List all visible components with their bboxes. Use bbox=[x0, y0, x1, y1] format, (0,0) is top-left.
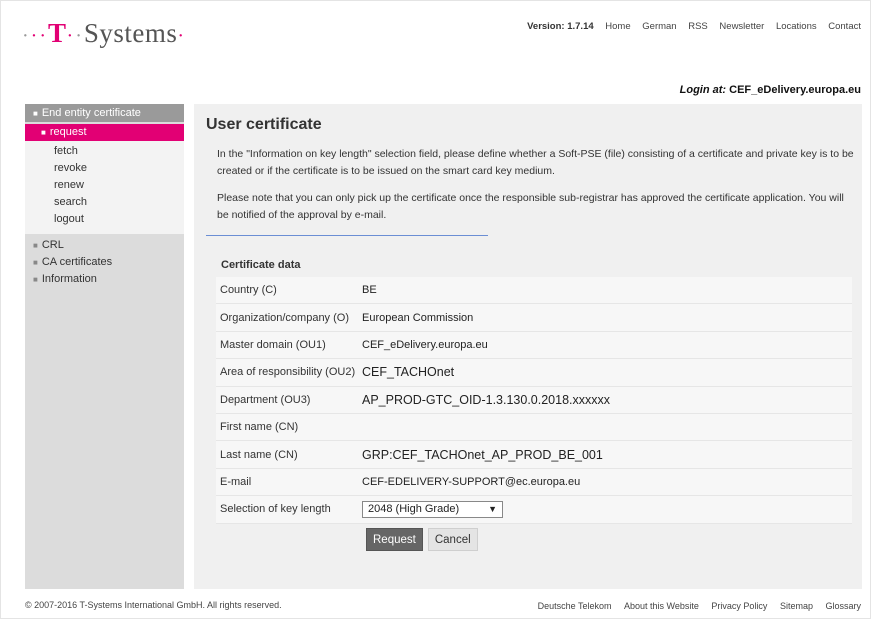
nav-home-link[interactable]: Home bbox=[605, 21, 630, 32]
bullet-icon: ■ bbox=[33, 275, 38, 284]
sidebar-item-search[interactable]: search bbox=[25, 194, 184, 211]
form-row-key-length: Selection of key length 2048 (High Grade… bbox=[216, 496, 852, 524]
form-row-organization: Organization/company (O) European Commis… bbox=[216, 304, 852, 332]
field-label: Area of responsibility (OU2) bbox=[220, 366, 356, 379]
note-paragraph: Please note that you can only pick up th… bbox=[217, 192, 844, 221]
footer-link-about[interactable]: About this Website bbox=[624, 601, 699, 611]
form-row-last-name: Last name (CN) GRP:CEF_TACHOnet_AP_PROD_… bbox=[216, 441, 852, 469]
organization-value: European Commission bbox=[362, 311, 474, 324]
bullet-icon: ■ bbox=[33, 258, 38, 267]
key-length-select[interactable]: 2048 (High Grade) ▼ bbox=[362, 500, 503, 518]
field-label: Organization/company (O) bbox=[220, 311, 349, 324]
page-title: User certificate bbox=[206, 116, 322, 133]
field-label: Country (C) bbox=[220, 284, 277, 297]
cancel-button[interactable]: Cancel bbox=[427, 528, 478, 551]
sidebar-main-menu: ■ CRL ■ CA certificates ■ Information bbox=[25, 234, 184, 288]
footer-navigation: Deutsche Telekom About this Website Priv… bbox=[528, 601, 861, 611]
field-label: Last name (CN) bbox=[220, 448, 298, 461]
bullet-icon: ■ bbox=[33, 109, 38, 118]
sidebar-item-crl[interactable]: ■ CRL bbox=[25, 237, 184, 254]
login-info: Login at: CEF_eDelivery.europa.eu bbox=[680, 84, 861, 96]
nav-locations-link[interactable]: Locations bbox=[776, 21, 817, 32]
certificate-form: Country (C) BE Organization/company (O) … bbox=[216, 277, 852, 524]
country-value: BE bbox=[362, 284, 377, 297]
copyright-text: © 2007-2016 T-Systems International GmbH… bbox=[25, 600, 282, 610]
bullet-icon: ■ bbox=[41, 128, 46, 137]
version-label: Version: 1.7.14 bbox=[527, 21, 594, 32]
bullet-icon: ■ bbox=[33, 241, 38, 250]
form-row-email: E-mail CEF-EDELIVERY-SUPPORT@ec.europa.e… bbox=[216, 468, 852, 497]
field-label: E-mail bbox=[220, 475, 252, 488]
form-row-department: Department (OU3) AP_PROD-GTC_OID-1.3.130… bbox=[216, 386, 852, 414]
top-navigation: Version: 1.7.14 Home German RSS Newslett… bbox=[518, 21, 861, 32]
form-row-country: Country (C) BE bbox=[216, 277, 852, 305]
nav-newsletter-link[interactable]: Newsletter bbox=[719, 21, 764, 32]
sidebar-section-end-entity-certificate[interactable]: ■ End entity certificate bbox=[25, 104, 184, 122]
main-content: User certificate In the "Information on … bbox=[194, 104, 862, 589]
sidebar-item-ca-certificates[interactable]: ■ CA certificates bbox=[25, 254, 184, 271]
request-button[interactable]: Request bbox=[366, 528, 423, 551]
login-label: Login at: bbox=[679, 84, 727, 96]
field-label: Master domain (OU1) bbox=[220, 338, 326, 351]
sidebar-item-request[interactable]: ■ request bbox=[25, 124, 184, 141]
field-label: First name (CN) bbox=[220, 421, 299, 434]
form-row-area-of-responsibility: Area of responsibility (OU2) CEF_TACHOne… bbox=[216, 359, 852, 387]
footer-link-deutsche-telekom[interactable]: Deutsche Telekom bbox=[538, 601, 612, 611]
sidebar-submenu: fetch revoke renew search logout bbox=[25, 141, 184, 234]
form-title: Certificate data bbox=[221, 259, 301, 271]
nav-german-link[interactable]: German bbox=[642, 21, 676, 32]
t-systems-logo[interactable]: ···T··Systems· bbox=[22, 18, 186, 49]
login-value: CEF_eDelivery.europa.eu bbox=[729, 84, 861, 96]
divider bbox=[206, 235, 488, 236]
field-label: Selection of key length bbox=[220, 503, 331, 516]
sidebar-item-logout[interactable]: logout bbox=[25, 211, 184, 228]
master-domain-value: CEF_eDelivery.europa.eu bbox=[362, 338, 488, 351]
form-actions: Request Cancel bbox=[366, 528, 478, 551]
intro-paragraph: In the "Information on key length" selec… bbox=[217, 148, 854, 177]
sidebar-item-renew[interactable]: renew bbox=[25, 177, 184, 194]
dropdown-arrow-icon: ▼ bbox=[488, 504, 497, 515]
sidebar: ■ End entity certificate ■ request fetch r… bbox=[25, 104, 184, 589]
form-row-first-name: First name (CN) bbox=[216, 413, 852, 442]
email-value: CEF-EDELIVERY-SUPPORT@ec.europa.eu bbox=[362, 475, 581, 488]
footer-link-sitemap[interactable]: Sitemap bbox=[780, 601, 813, 611]
sidebar-item-revoke[interactable]: revoke bbox=[25, 160, 184, 177]
footer-link-glossary[interactable]: Glossary bbox=[825, 601, 861, 611]
nav-rss-link[interactable]: RSS bbox=[688, 21, 708, 32]
field-label: Department (OU3) bbox=[220, 393, 311, 406]
department-value: AP_PROD-GTC_OID-1.3.130.0.2018.xxxxxx bbox=[362, 392, 611, 407]
nav-contact-link[interactable]: Contact bbox=[828, 21, 861, 32]
last-name-value: GRP:CEF_TACHOnet_AP_PROD_BE_001 bbox=[362, 447, 603, 462]
sidebar-item-fetch[interactable]: fetch bbox=[25, 143, 184, 160]
form-row-master-domain: Master domain (OU1) CEF_eDelivery.europa… bbox=[216, 331, 852, 360]
area-of-responsibility-value: CEF_TACHOnet bbox=[362, 365, 455, 380]
sidebar-item-information[interactable]: ■ Information bbox=[25, 271, 184, 288]
footer-link-privacy-policy[interactable]: Privacy Policy bbox=[711, 601, 767, 611]
